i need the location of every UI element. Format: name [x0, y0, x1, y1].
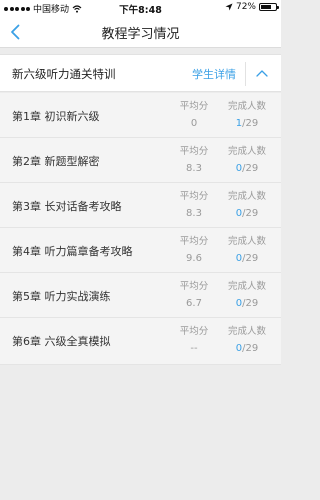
battery-percent: 72%: [235, 2, 256, 12]
total-number: /29: [242, 163, 259, 174]
average-score-label: 平均分: [179, 326, 209, 337]
completed-count-value: 0/29: [222, 253, 272, 264]
average-score-value: 6.7: [186, 298, 202, 309]
completed-count-stat: 完成人数 0/29: [222, 233, 272, 264]
completed-count-stat: 完成人数 0/29: [222, 323, 272, 354]
average-score-label: 平均分: [179, 281, 209, 292]
average-score-label: 平均分: [179, 146, 209, 157]
average-score-label: 平均分: [179, 101, 209, 112]
completed-count-label: 完成人数: [227, 236, 266, 247]
chapter-row: 第3章 长对话备考攻略 平均分 8.3 完成人数 0/29: [0, 183, 281, 228]
average-score-stat: 平均分 8.3: [172, 188, 216, 219]
average-score-stat: 平均分 8.3: [172, 143, 216, 174]
completed-count-label: 完成人数: [227, 326, 266, 337]
completed-count-stat: 完成人数 0/29: [222, 188, 272, 219]
page-title: 教程学习情况: [101, 27, 180, 42]
total-number: /29: [242, 298, 259, 309]
completed-count-value: 1/29: [222, 118, 272, 129]
chapter-list: 第1章 初识新六级 平均分 0 完成人数 1/29 第2章 新题型解密 平均分 …: [0, 93, 281, 365]
course-name: 新六级听力通关特训: [12, 67, 116, 81]
average-score-value: --: [190, 343, 198, 354]
location-arrow-icon: [225, 3, 233, 11]
navigation-bar: 教程学习情况: [0, 16, 281, 48]
completed-count-stat: 完成人数 1/29: [222, 98, 272, 129]
header-divider: [245, 62, 246, 86]
completed-count-value: 0/29: [222, 208, 272, 219]
average-score-stat: 平均分 9.6: [172, 233, 216, 264]
chapter-name: 第3章 长对话备考攻略: [12, 200, 122, 213]
battery-icon: [259, 3, 279, 11]
total-number: /29: [242, 118, 259, 129]
completed-count-label: 完成人数: [227, 101, 266, 112]
status-bar: 中国移动 下午8:48 72%: [0, 0, 281, 16]
average-score-label: 平均分: [179, 191, 209, 202]
chapter-row: 第4章 听力篇章备考攻略 平均分 9.6 完成人数 0/29: [0, 228, 281, 273]
completed-count-label: 完成人数: [227, 281, 266, 292]
completed-count-value: 0/29: [222, 343, 272, 354]
screen: 中国移动 下午8:48 72% 教程学习情况 新六级听力通关特训 学生详情 第1…: [0, 0, 281, 500]
average-score-value: 8.3: [186, 163, 202, 174]
chapter-row: 第6章 六级全真模拟 平均分 -- 完成人数 0/29: [0, 318, 281, 365]
battery-level-fill: [261, 5, 272, 9]
completed-count-stat: 完成人数 0/29: [222, 143, 272, 174]
completed-count-value: 0/29: [222, 298, 272, 309]
completed-count-label: 完成人数: [227, 146, 266, 157]
chapter-name: 第1章 初识新六级: [12, 110, 100, 123]
total-number: /29: [242, 343, 259, 354]
total-number: /29: [242, 253, 259, 264]
chapter-row: 第1章 初识新六级 平均分 0 完成人数 1/29: [0, 93, 281, 138]
average-score-stat: 平均分 6.7: [172, 278, 216, 309]
average-score-value: 9.6: [186, 253, 202, 264]
chapter-row: 第5章 听力实战演练 平均分 6.7 完成人数 0/29: [0, 273, 281, 318]
completed-count-value: 0/29: [222, 163, 272, 174]
chapter-name: 第5章 听力实战演练: [12, 290, 111, 303]
average-score-stat: 平均分 0: [172, 98, 216, 129]
average-score-stat: 平均分 --: [172, 323, 216, 354]
completed-count-stat: 完成人数 0/29: [222, 278, 272, 309]
average-score-value: 8.3: [186, 208, 202, 219]
chapter-name: 第6章 六级全真模拟: [12, 335, 111, 348]
chapter-name: 第2章 新题型解密: [12, 155, 100, 168]
completed-count-label: 完成人数: [227, 191, 266, 202]
total-number: /29: [242, 208, 259, 219]
chevron-up-icon[interactable]: [255, 68, 269, 78]
chapter-row: 第2章 新题型解密 平均分 8.3 完成人数 0/29: [0, 138, 281, 183]
average-score-value: 0: [190, 118, 198, 129]
status-right: 72%: [225, 2, 279, 12]
course-header: 新六级听力通关特训 学生详情: [0, 54, 281, 92]
student-details-link[interactable]: 学生详情: [192, 66, 236, 82]
average-score-label: 平均分: [179, 236, 209, 247]
chapter-name: 第4章 听力篇章备考攻略: [12, 245, 133, 258]
